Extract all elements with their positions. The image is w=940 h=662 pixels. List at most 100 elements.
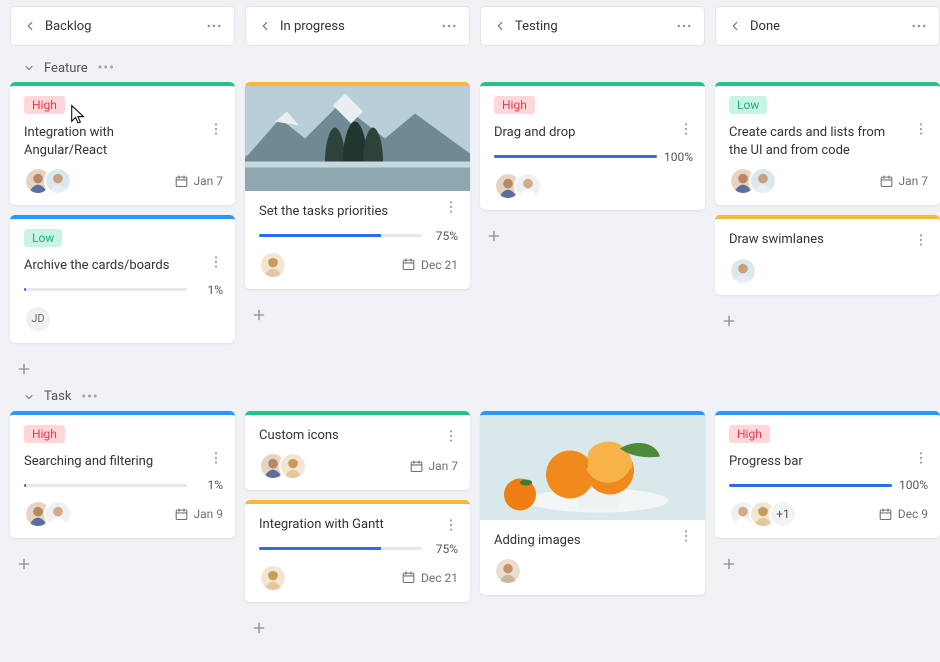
card-title: Draw swimlanes xyxy=(729,231,898,249)
due-date: Dec 21 xyxy=(401,570,458,585)
avatar-group xyxy=(24,500,72,528)
lane-cell-done: Low Create cards and lists from the UI a… xyxy=(715,82,940,335)
card-cover-image xyxy=(245,86,470,191)
calendar-icon xyxy=(409,459,424,474)
column-header-done[interactable]: Done xyxy=(715,6,940,46)
due-date: Jan 7 xyxy=(879,174,929,189)
card-menu-icon[interactable] xyxy=(675,118,697,140)
card[interactable]: High Integration with Angular/React Jan … xyxy=(10,82,235,205)
priority-tag: Low xyxy=(729,96,767,114)
card-menu-icon[interactable] xyxy=(675,525,697,547)
avatar-group xyxy=(494,557,522,585)
card-menu-icon[interactable] xyxy=(910,118,932,140)
calendar-icon xyxy=(174,174,189,189)
avatar xyxy=(259,564,287,592)
card[interactable]: Low Archive the cards/boards 1% JD xyxy=(10,215,235,343)
card-title: Adding images xyxy=(494,532,663,550)
collapse-icon[interactable] xyxy=(21,17,39,35)
priority-tag: High xyxy=(729,425,770,443)
card-title: Integration with Angular/React xyxy=(24,124,193,159)
collapse-icon[interactable] xyxy=(491,17,509,35)
add-card-button[interactable] xyxy=(245,614,273,642)
column-menu-icon[interactable] xyxy=(907,14,931,38)
card-cover-image xyxy=(480,415,705,520)
column-header-inprogress[interactable]: In progress xyxy=(245,6,470,46)
lane-cell-backlog: High Searching and filtering 1% Jan 9 xyxy=(10,411,235,579)
swimlane-header-task[interactable]: Task ••• xyxy=(10,383,930,411)
collapse-icon[interactable] xyxy=(726,17,744,35)
calendar-icon xyxy=(879,174,894,189)
card-menu-icon[interactable] xyxy=(910,447,932,469)
calendar-icon xyxy=(401,570,416,585)
avatar xyxy=(514,172,542,200)
avatar-group: +1 xyxy=(729,500,797,528)
avatar xyxy=(279,452,307,480)
swimlane-task: High Searching and filtering 1% Jan 9 xyxy=(10,411,930,642)
column-menu-icon[interactable] xyxy=(437,14,461,38)
swimlane-header-feature[interactable]: Feature ••• xyxy=(10,54,930,82)
card-menu-icon[interactable] xyxy=(440,514,462,536)
card-menu-icon[interactable] xyxy=(205,251,227,273)
lane-cell-done: High Progress bar 100% +1 Dec 9 xyxy=(715,411,940,579)
column-menu-icon[interactable] xyxy=(672,14,696,38)
card-title: Integration with Gantt xyxy=(259,516,428,534)
card-menu-icon[interactable] xyxy=(440,425,462,447)
add-card-button[interactable] xyxy=(245,301,273,329)
chevron-down-icon[interactable] xyxy=(22,390,36,404)
card[interactable]: High Searching and filtering 1% Jan 9 xyxy=(10,411,235,539)
due-date: Dec 9 xyxy=(878,507,928,522)
card-menu-icon[interactable] xyxy=(910,229,932,251)
lane-cell-backlog: High Integration with Angular/React Jan … xyxy=(10,82,235,383)
due-date: Jan 7 xyxy=(174,174,224,189)
avatar xyxy=(259,251,287,279)
lane-cell-testing: Adding images xyxy=(480,411,705,596)
avatar-more-count: +1 xyxy=(769,500,797,528)
avatar xyxy=(44,500,72,528)
column-title: In progress xyxy=(280,19,345,34)
card-menu-icon[interactable] xyxy=(440,196,462,218)
card[interactable]: Adding images xyxy=(480,411,705,596)
chevron-down-icon[interactable] xyxy=(22,61,36,75)
priority-tag: High xyxy=(24,425,65,443)
swimlane-feature: High Integration with Angular/React Jan … xyxy=(10,82,930,383)
card[interactable]: High Drag and drop 100% xyxy=(480,82,705,210)
avatar-group xyxy=(259,564,287,592)
priority-tag: High xyxy=(24,96,65,114)
card[interactable]: High Progress bar 100% +1 Dec 9 xyxy=(715,411,940,539)
add-card-button[interactable] xyxy=(715,307,743,335)
card[interactable]: Low Create cards and lists from the UI a… xyxy=(715,82,940,205)
priority-tag: High xyxy=(494,96,535,114)
card-menu-icon[interactable] xyxy=(205,447,227,469)
swimlane-title: Task xyxy=(44,389,71,404)
calendar-icon xyxy=(878,507,893,522)
card[interactable]: Draw swimlanes xyxy=(715,215,940,295)
add-card-button[interactable] xyxy=(10,355,38,383)
add-card-button[interactable] xyxy=(10,550,38,578)
column-header-backlog[interactable]: Backlog xyxy=(10,6,235,46)
add-card-button[interactable] xyxy=(715,550,743,578)
avatar xyxy=(729,257,757,285)
progress: 1% xyxy=(24,283,223,297)
swimlane-menu-icon[interactable]: ••• xyxy=(81,389,98,405)
avatar-group xyxy=(259,251,287,279)
column-header-testing[interactable]: Testing xyxy=(480,6,705,46)
card[interactable]: Integration with Gantt 75% Dec 21 xyxy=(245,500,470,602)
column-title: Backlog xyxy=(45,19,91,34)
column-title: Testing xyxy=(515,19,558,34)
avatar-group xyxy=(729,257,757,285)
add-card-button[interactable] xyxy=(480,222,508,250)
column-title: Done xyxy=(750,19,780,34)
calendar-icon xyxy=(401,257,416,272)
column-menu-icon[interactable] xyxy=(202,14,226,38)
avatar-group xyxy=(729,167,777,195)
swimlane-menu-icon[interactable]: ••• xyxy=(98,60,115,76)
card-title: Drag and drop xyxy=(494,124,663,142)
card-menu-icon[interactable] xyxy=(205,118,227,140)
avatar xyxy=(749,167,777,195)
card[interactable]: Set the tasks priorities 75% Dec 21 xyxy=(245,82,470,289)
progress: 75% xyxy=(259,542,458,556)
card[interactable]: Custom icons Jan 7 xyxy=(245,411,470,491)
avatar xyxy=(44,167,72,195)
avatar-group xyxy=(494,172,542,200)
collapse-icon[interactable] xyxy=(256,17,274,35)
